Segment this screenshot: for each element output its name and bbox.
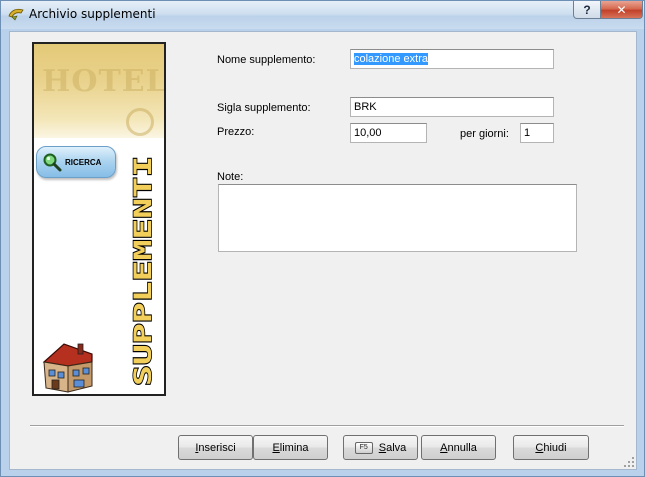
side-panel: HOTEL RICERCA SUPPLEMENTI — [32, 42, 166, 396]
insert-button-label: nserisci — [198, 441, 236, 454]
save-button[interactable]: F5 Salva — [343, 435, 418, 460]
resize-grip-icon[interactable] — [624, 457, 636, 469]
f5-key-icon: F5 — [354, 441, 373, 454]
per-days-label: per giorni: — [460, 128, 509, 140]
help-icon: ? — [583, 2, 591, 17]
cancel-button[interactable]: Annulla — [421, 435, 496, 460]
close-button-mnemonic: C — [535, 441, 544, 454]
magnifier-icon — [43, 153, 62, 172]
price-input-value: 10,00 — [354, 127, 382, 139]
delete-button[interactable]: Elimina — [253, 435, 328, 460]
close-icon: ✕ — [616, 2, 627, 17]
insert-button[interactable]: Inserisci — [178, 435, 253, 460]
save-button-label: alva — [386, 441, 407, 454]
name-input[interactable]: colazione extra — [350, 49, 554, 69]
close-button-label: hiudi — [543, 441, 567, 454]
notes-textarea[interactable] — [218, 184, 577, 252]
dialog-body: HOTEL RICERCA SUPPLEMENTI Nome supplemen… — [9, 31, 637, 470]
save-button-mnemonic: S — [378, 441, 387, 454]
vertical-title-text: SUPPLEMENTI — [130, 156, 156, 386]
window: Archivio supplementi ? ✕ HOTEL RICERCA S… — [0, 0, 645, 477]
code-input[interactable]: BRK — [350, 97, 554, 117]
price-label: Prezzo: — [217, 126, 255, 138]
name-input-value: colazione extra — [354, 53, 428, 65]
close-button[interactable]: Chiudi — [513, 435, 589, 460]
code-input-value: BRK — [354, 101, 377, 113]
price-input[interactable]: 10,00 — [350, 123, 427, 143]
title-bar[interactable]: Archivio supplementi ? ✕ — [1, 1, 644, 29]
close-window-button[interactable]: ✕ — [600, 1, 643, 19]
name-label: Nome supplemento: — [217, 54, 316, 66]
hotel-app-icon — [8, 8, 24, 21]
hotel-banner-image: HOTEL — [34, 44, 164, 138]
window-title: Archivio supplementi — [29, 7, 156, 21]
notes-label: Note: — [217, 171, 244, 183]
per-days-input-value: 1 — [524, 127, 531, 139]
delete-button-mnemonic: E — [272, 441, 280, 454]
house-icon — [42, 343, 93, 393]
per-days-input[interactable]: 1 — [520, 123, 554, 143]
search-button[interactable]: RICERCA — [36, 146, 116, 178]
cancel-button-mnemonic: A — [440, 441, 448, 454]
hotel-banner-decoration — [126, 108, 154, 136]
help-button[interactable]: ? — [573, 1, 601, 19]
vertical-section-title: SUPPLEMENTI — [130, 155, 156, 387]
search-button-label: RICERCA — [65, 157, 102, 167]
delete-button-label: limina — [279, 441, 309, 454]
button-bar-divider — [30, 425, 624, 427]
code-label: Sigla supplemento: — [217, 102, 311, 114]
cancel-button-label: nnulla — [447, 441, 477, 454]
hotel-banner-text: HOTEL — [42, 64, 166, 99]
